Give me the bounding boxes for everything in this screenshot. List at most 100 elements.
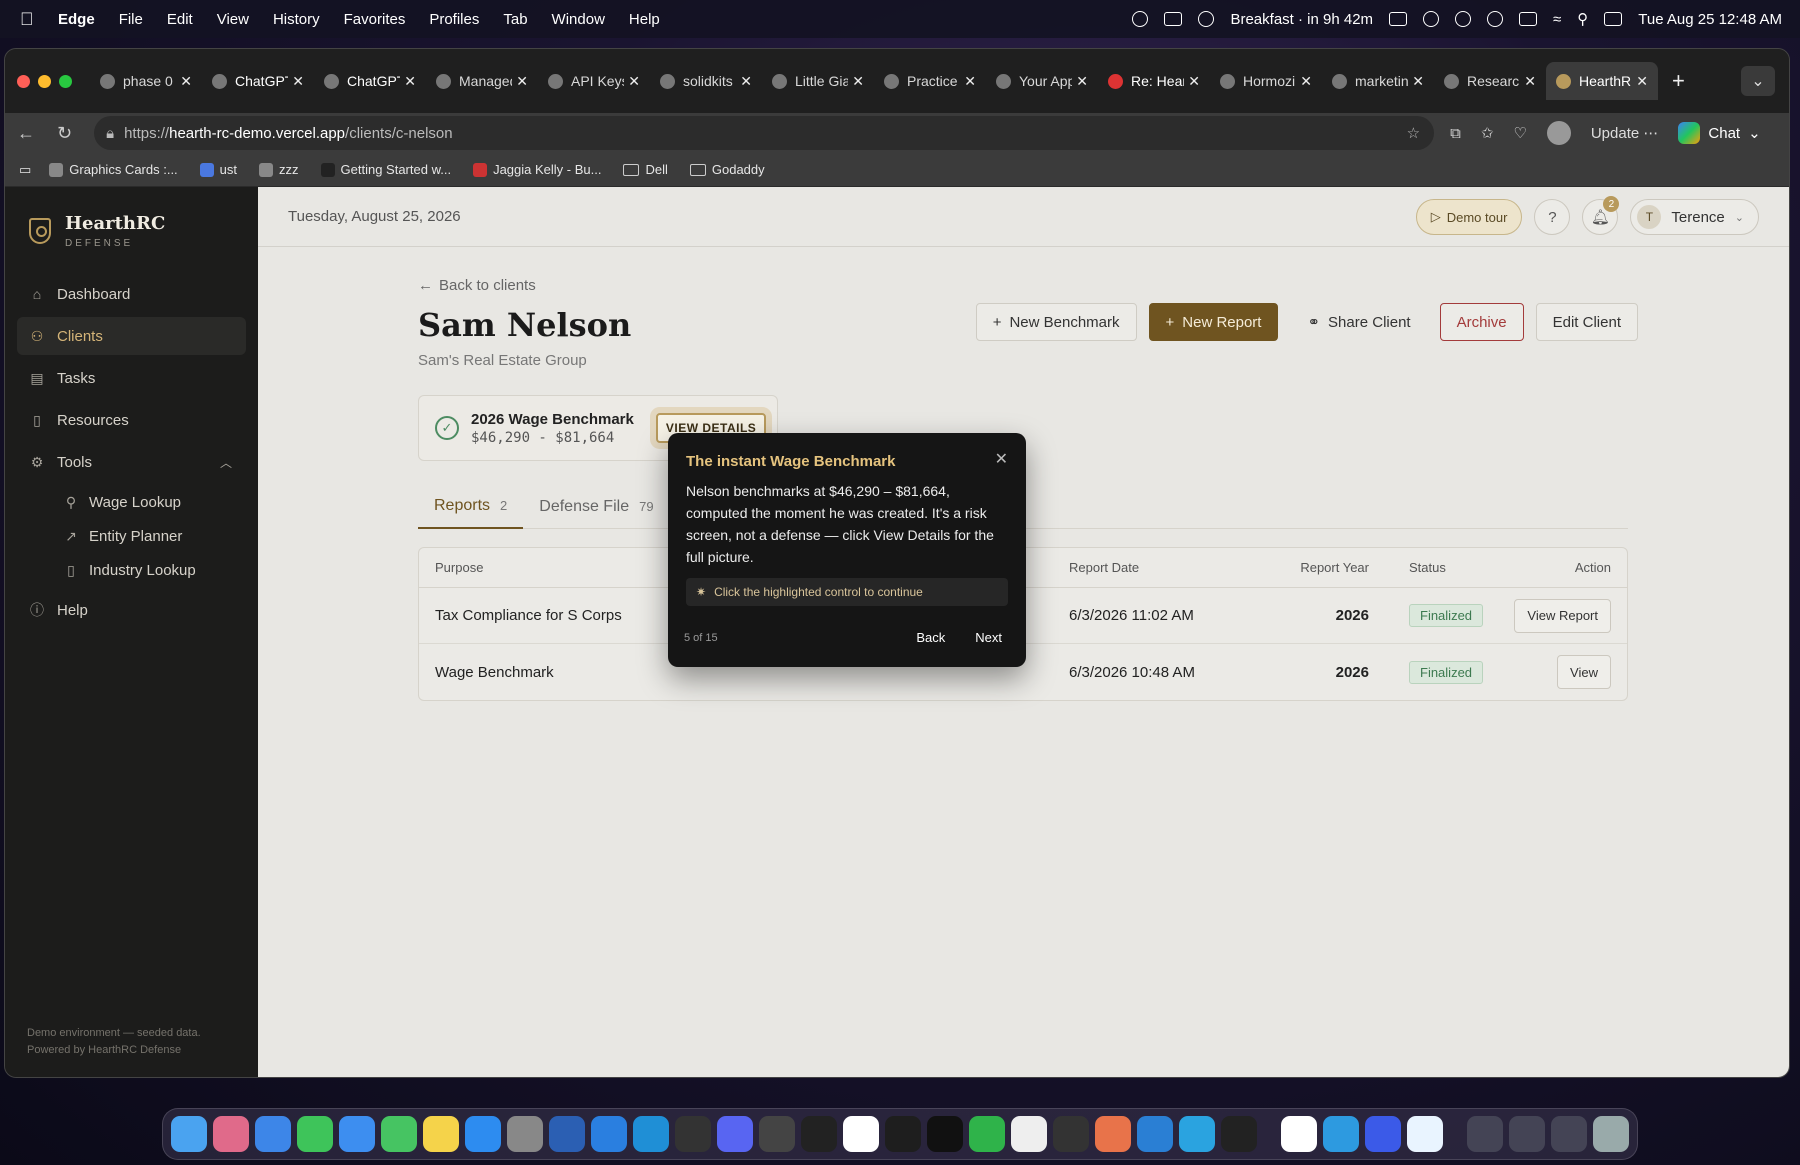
close-tab-icon[interactable]: ✕ (964, 73, 976, 90)
new-report-button[interactable]: + New Report (1148, 303, 1279, 341)
cloud-icon[interactable] (1164, 12, 1183, 26)
user-menu[interactable]: T Terence ⌄ (1630, 199, 1759, 235)
apple-icon[interactable]:  (20, 9, 42, 30)
menu-edit[interactable]: Edit (167, 11, 193, 28)
menu-favorites[interactable]: Favorites (344, 11, 406, 28)
zoom-window-button[interactable] (59, 74, 72, 88)
sidebar-item-entity-planner[interactable]: ↗ Entity Planner (63, 519, 258, 553)
search-icon[interactable]: ⚲ (1577, 10, 1588, 28)
back-arrow-icon[interactable]: ← (17, 123, 35, 144)
close-tab-icon[interactable]: ✕ (628, 73, 640, 90)
notes-icon[interactable] (423, 1116, 459, 1152)
browser-tab[interactable]: Your App ✕ (986, 62, 1098, 100)
close-tab-icon[interactable]: ✕ (1412, 73, 1424, 90)
live-icon[interactable] (801, 1116, 837, 1152)
brand[interactable]: HearthRC DEFENSE (29, 213, 258, 249)
finder-icon[interactable] (171, 1116, 207, 1152)
safari-icon[interactable] (255, 1116, 291, 1152)
reading-list-icon[interactable]: ▭ (19, 162, 31, 178)
close-tab-icon[interactable]: ✕ (1636, 73, 1648, 90)
notion-icon[interactable] (843, 1116, 879, 1152)
close-tab-icon[interactable]: ✕ (1300, 73, 1312, 90)
facetime-icon[interactable] (381, 1116, 417, 1152)
sidebar-item-wage-lookup[interactable]: ⚲ Wage Lookup (63, 485, 258, 519)
browser-tab[interactable]: ChatGPT ✕ (202, 62, 314, 100)
close-tab-icon[interactable]: ✕ (1076, 73, 1088, 90)
drive-icon[interactable] (969, 1116, 1005, 1152)
browser-tab[interactable]: ChatGPT ✕ (314, 62, 426, 100)
battery-icon[interactable] (1519, 12, 1538, 26)
browser-tab[interactable]: marketin ✕ (1322, 62, 1434, 100)
trash-icon[interactable] (1593, 1116, 1629, 1152)
notifications-button[interactable]: 🔔︎ 2 (1582, 196, 1620, 235)
star-icon[interactable]: ☆ (1407, 124, 1420, 142)
calendar-icon[interactable] (1281, 1116, 1317, 1152)
menu-history[interactable]: History (273, 11, 320, 28)
control-center-icon[interactable] (1604, 12, 1623, 26)
obs-icon[interactable] (675, 1116, 711, 1152)
wifi-icon[interactable]: ≈ (1553, 11, 1561, 28)
demo-tour-button[interactable]: ▷ Demo tour (1415, 199, 1523, 235)
sidebar-item-tools[interactable]: ⚙ Tools ︿ (17, 443, 246, 481)
calendar-event[interactable]: Breakfast · in 9h 42m (1230, 11, 1373, 28)
help-button[interactable]: ? (1534, 199, 1571, 235)
claude-icon[interactable] (1095, 1116, 1131, 1152)
archive-button[interactable]: Archive (1439, 303, 1524, 341)
browser-tab[interactable]: phase 0 ✕ (90, 62, 202, 100)
close-tab-icon[interactable]: ✕ (1188, 73, 1200, 90)
messages-icon[interactable] (297, 1116, 333, 1152)
screen-icon[interactable] (1389, 12, 1408, 26)
new-benchmark-button[interactable]: + New Benchmark (975, 303, 1137, 341)
close-tab-icon[interactable]: ✕ (516, 73, 528, 90)
reload-icon[interactable]: ↻ (57, 123, 72, 144)
close-tab-icon[interactable]: ✕ (1524, 73, 1536, 90)
close-icon[interactable]: ✕ (995, 449, 1008, 469)
sidebar-item-tasks[interactable]: ▤ Tasks (17, 359, 246, 397)
menu-app-name[interactable]: Edge (58, 11, 95, 28)
bookmark-item[interactable]: Graphics Cards :... (49, 162, 178, 177)
update-button[interactable]: Update ⋯ (1591, 124, 1659, 142)
word-icon[interactable] (549, 1116, 585, 1152)
recent-window-icon[interactable] (1551, 1116, 1587, 1152)
column-header-report-year[interactable]: Report Year (1269, 560, 1369, 575)
column-header-status[interactable]: Status (1369, 560, 1509, 575)
browser-tab[interactable]: Managed ✕ (426, 62, 538, 100)
record-icon[interactable] (1455, 11, 1472, 27)
terminal-icon[interactable] (927, 1116, 963, 1152)
menu-file[interactable]: File (119, 11, 143, 28)
browser-tab[interactable]: Practice ✕ (874, 62, 986, 100)
bookmark-item[interactable]: Getting Started w... (320, 162, 451, 177)
menu-tab[interactable]: Tab (503, 11, 527, 28)
bookmark-item[interactable]: Jaggia Kelly - Bu... (473, 162, 601, 177)
copilot-chat-button[interactable]: Chat ⌄ (1678, 122, 1761, 144)
tab-defense-file[interactable]: Defense File 79 (523, 485, 669, 529)
sidebar-item-help[interactable]: ⓘ Help (17, 591, 246, 629)
telegram-icon[interactable] (1179, 1116, 1215, 1152)
status-app2-icon[interactable] (1198, 11, 1215, 27)
close-tab-icon[interactable]: ✕ (740, 73, 752, 90)
cube-app-icon[interactable] (1221, 1116, 1257, 1152)
send-icon[interactable] (1423, 11, 1440, 27)
close-tab-icon[interactable]: ✕ (852, 73, 864, 90)
sidebar-item-clients[interactable]: ⚇ Clients (17, 317, 246, 355)
minimize-window-button[interactable] (38, 74, 51, 88)
back-button[interactable]: Back (916, 630, 945, 645)
profile-avatar[interactable] (1546, 121, 1571, 145)
discord-icon[interactable] (717, 1116, 753, 1152)
view-button[interactable]: View (1557, 655, 1611, 689)
back-to-clients-link[interactable]: ← Back to clients (418, 277, 1628, 294)
bookmark-folder[interactable]: Godaddy (689, 162, 765, 177)
preview-icon[interactable] (1407, 1116, 1443, 1152)
sidebar-item-resources[interactable]: ▯ Resources (17, 401, 246, 439)
favorites-icon[interactable]: ✩ (1481, 124, 1494, 142)
close-tab-icon[interactable]: ✕ (180, 73, 192, 90)
menu-help[interactable]: Help (629, 11, 660, 28)
menu-profiles[interactable]: Profiles (429, 11, 479, 28)
edit-client-button[interactable]: Edit Client (1535, 303, 1638, 341)
chatgpt-icon[interactable] (1053, 1116, 1089, 1152)
menu-window[interactable]: Window (552, 11, 605, 28)
browser-tab-active[interactable]: HearthR ✕ (1546, 62, 1658, 100)
health-icon[interactable]: ♡ (1513, 124, 1526, 142)
resolve-icon[interactable] (759, 1116, 795, 1152)
next-button[interactable]: Next (975, 630, 1002, 645)
